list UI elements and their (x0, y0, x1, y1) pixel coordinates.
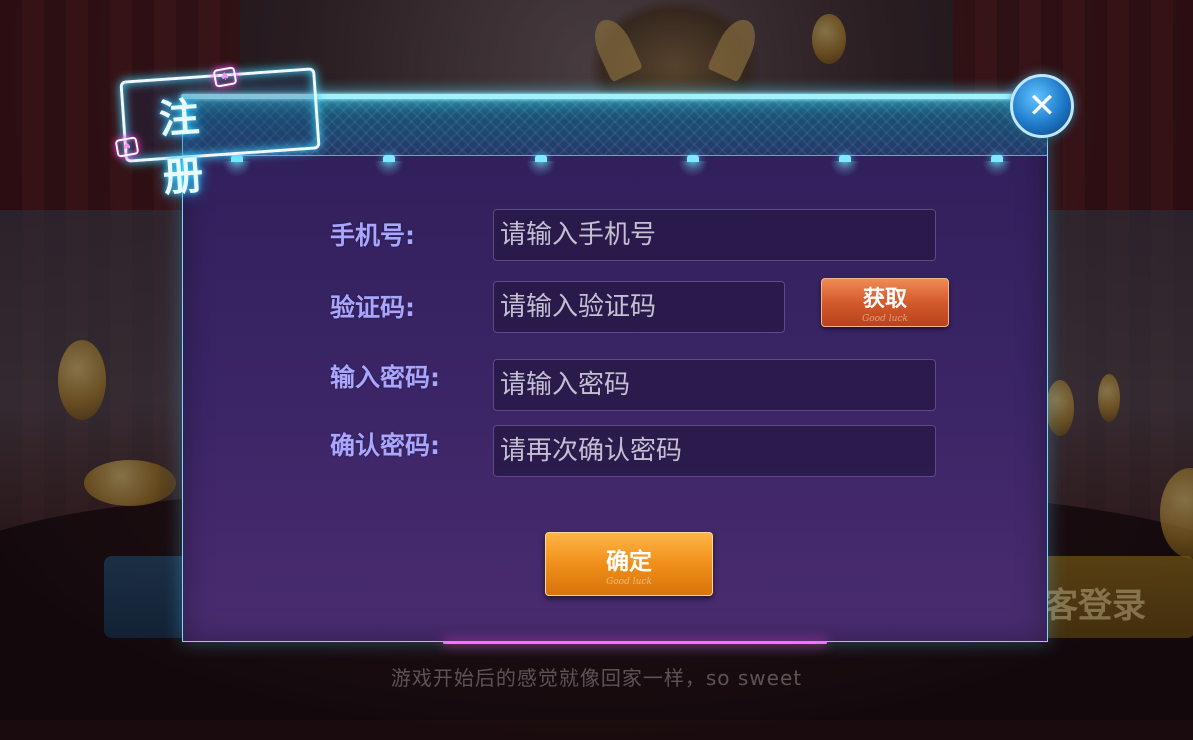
spade-icon: ♠ (212, 66, 238, 88)
confirm-button[interactable]: 确定 Good luck (545, 532, 713, 596)
spade-icon: ♠ (114, 136, 140, 158)
spotlight-icon (374, 155, 404, 177)
get-code-button-label: 获取 (862, 287, 907, 312)
verification-code-label: 验证码: (330, 293, 415, 322)
spotlight-icon (526, 155, 556, 177)
confirm-password-input[interactable] (493, 425, 936, 477)
password-input[interactable] (493, 359, 936, 411)
spotlight-icon (830, 155, 860, 177)
password-label: 输入密码: (330, 363, 440, 392)
get-code-button[interactable]: 获取 Good luck (821, 278, 949, 327)
phone-input[interactable] (493, 209, 936, 261)
spotlight-icon (982, 155, 1012, 177)
dialog-title: 注 册 (157, 92, 235, 202)
close-button[interactable]: ✕ (1010, 74, 1074, 138)
spotlight-icon (678, 155, 708, 177)
get-code-button-sublabel: Good luck (862, 314, 908, 324)
phone-label: 手机号: (330, 221, 415, 250)
confirm-button-label: 确定 (606, 548, 652, 575)
close-icon: ✕ (1027, 86, 1057, 126)
verification-code-input[interactable] (493, 281, 785, 333)
confirm-password-label: 确认密码: (330, 431, 440, 460)
neon-bottom-line (443, 641, 827, 644)
confirm-button-sublabel: Good luck (606, 576, 652, 587)
